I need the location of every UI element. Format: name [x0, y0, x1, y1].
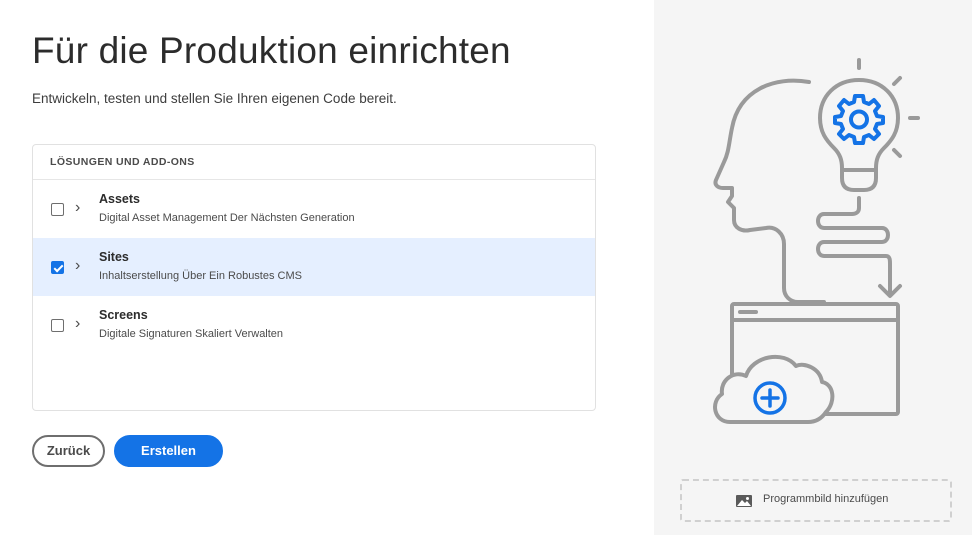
solution-description: Inhaltserstellung Über Ein Robustes CMS: [99, 270, 302, 282]
assets-checkbox[interactable]: [51, 203, 64, 216]
solution-description: Digitale Signaturen Skaliert Verwalten: [99, 328, 284, 340]
chevron-right-icon[interactable]: ›: [75, 315, 80, 333]
add-image-label: Programmbild hinzufügen: [763, 493, 889, 505]
solutions-panel: LÖSUNGEN UND ADD-ONS › Assets Digital As…: [32, 144, 596, 411]
solution-row-screens[interactable]: › Screens Digitale Signaturen Skaliert V…: [33, 296, 595, 354]
sites-checkbox[interactable]: [51, 261, 64, 274]
add-image-button[interactable]: Programmbild hinzufügen: [680, 479, 952, 522]
solution-description: Digital Asset Management Der Nächsten Ge…: [99, 212, 355, 224]
page-title: Für die Produktion einrichten: [32, 30, 511, 71]
solution-name: Screens: [99, 308, 148, 322]
cloud-plus-icon: [753, 381, 787, 415]
screens-checkbox[interactable]: [51, 319, 64, 332]
solution-row-sites[interactable]: › Sites Inhaltserstellung Über Ein Robus…: [33, 238, 595, 296]
solutions-header: LÖSUNGEN UND ADD-ONS: [33, 145, 595, 180]
page-subtitle: Entwickeln, testen und stellen Sie Ihren…: [32, 91, 397, 106]
solution-row-assets[interactable]: › Assets Digital Asset Management Der Nä…: [33, 180, 595, 238]
solution-name: Sites: [99, 250, 129, 264]
chevron-right-icon[interactable]: ›: [75, 257, 80, 275]
illustration-panel: Programmbild hinzufügen: [654, 0, 972, 535]
solution-name: Assets: [99, 192, 140, 206]
chevron-right-icon[interactable]: ›: [75, 199, 80, 217]
head-lightbulb-gear-illustration: [713, 58, 920, 424]
create-button[interactable]: Erstellen: [114, 435, 223, 467]
gear-icon: [833, 94, 885, 145]
image-icon: [736, 495, 752, 507]
main-content: Für die Produktion einrichten Entwickeln…: [0, 0, 654, 535]
back-button[interactable]: Zurück: [32, 435, 105, 467]
